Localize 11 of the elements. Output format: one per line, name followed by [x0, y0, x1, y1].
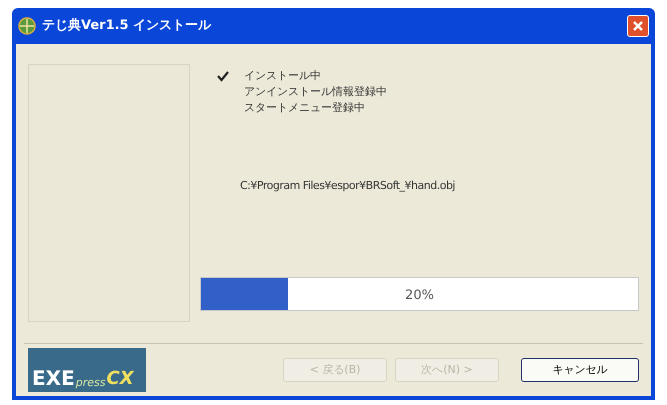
window-title: テじ典Ver1.5 インストール — [42, 17, 212, 36]
step-label: スタートメニュー登録中 — [244, 100, 365, 116]
wizard-button[interactable]: キャンセル — [521, 358, 639, 382]
file-path: C:¥Program Files¥espor¥BRSoft_¥hand.obj — [239, 178, 456, 194]
close-button[interactable] — [627, 15, 649, 37]
step-label: アンインストール情報登録中 — [244, 84, 387, 100]
step-label: インストール中 — [244, 68, 321, 84]
product-logo: EXEpressCX — [28, 348, 146, 392]
close-icon — [632, 20, 644, 32]
progress-percent: 20% — [405, 286, 434, 304]
globe-icon — [18, 17, 36, 35]
